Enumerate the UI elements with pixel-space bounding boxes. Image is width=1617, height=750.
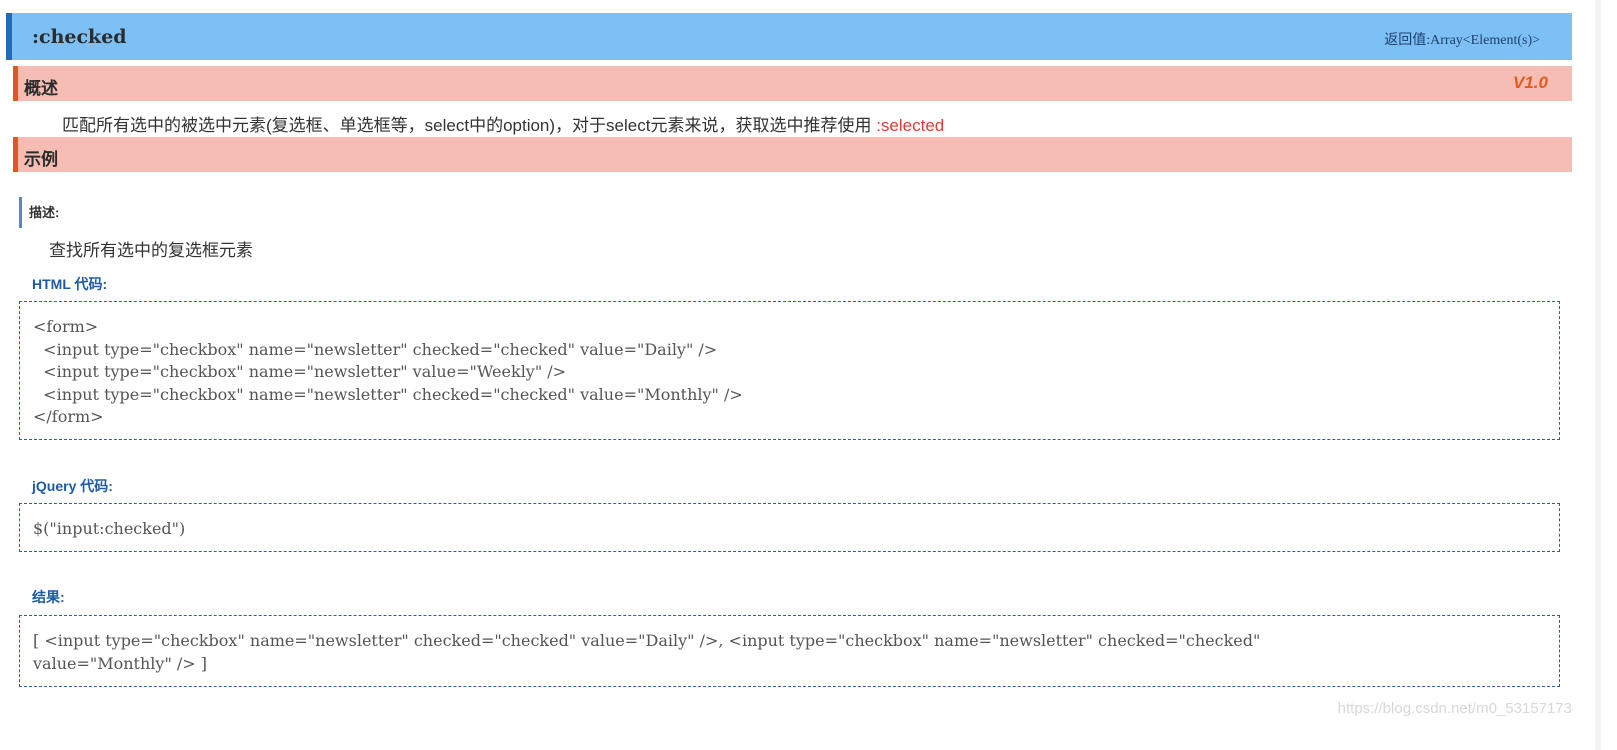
jquery-code-box[interactable]: $("input:checked") (19, 503, 1560, 552)
right-gutter (1572, 0, 1617, 750)
description-text: 查找所有选中的复选框元素 (49, 241, 253, 260)
jquery-code-heading: jQuery 代码: (32, 478, 113, 494)
scrollbar[interactable] (1595, 0, 1601, 750)
result-code-box[interactable]: [ <input type="checkbox" name="newslette… (19, 615, 1560, 687)
html-code-box[interactable]: <form> <input type="checkbox" name="news… (19, 301, 1560, 440)
return-value-label: 返回值:Array<Element(s)> (1384, 33, 1540, 48)
result-heading: 结果: (32, 589, 65, 605)
version-badge: V1.0 (1513, 73, 1548, 92)
watermark: https://blog.csdn.net/m0_53157173 (1337, 700, 1572, 717)
overview-description: 匹配所有选中的被选中元素(复选框、单选框等，select中的option)，对于… (62, 116, 877, 135)
overview-text: 匹配所有选中的被选中元素(复选框、单选框等，select中的option)，对于… (62, 111, 944, 136)
example-section-bar: 示例 (13, 137, 1572, 172)
selected-link[interactable]: :selected (876, 116, 944, 135)
page-title: :checked (32, 26, 127, 48)
overview-heading: 概述 (24, 79, 58, 98)
page: :checked 返回值:Array<Element(s)> 概述 V1.0 匹… (0, 0, 1617, 750)
overview-section-bar: 概述 V1.0 (13, 66, 1572, 101)
html-code-heading: HTML 代码: (32, 276, 108, 292)
title-bar: :checked 返回值:Array<Element(s)> (6, 13, 1572, 60)
description-label: 描述: (29, 205, 60, 220)
description-block: 描述: (19, 197, 59, 228)
example-heading: 示例 (24, 150, 58, 169)
